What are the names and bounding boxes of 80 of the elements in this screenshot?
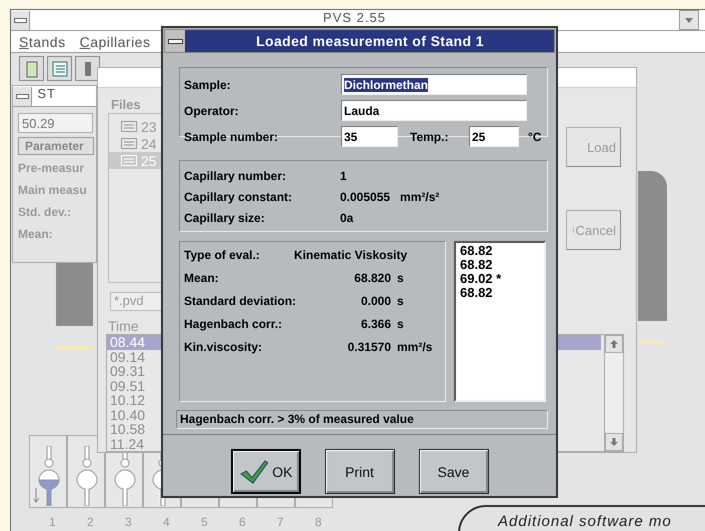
file-icon — [121, 138, 137, 149]
field-label: Temp.: — [410, 130, 450, 144]
stand-cell[interactable] — [29, 435, 67, 508]
file-icon — [121, 155, 137, 166]
menu-item[interactable]: Capillaries — [80, 34, 150, 50]
field-value: 68.820 — [353, 271, 391, 285]
stand-number: 5 — [201, 515, 209, 529]
window-title: ST — [36, 86, 57, 101]
field-label: Capillary size: — [184, 211, 266, 225]
bar-icon[interactable] — [75, 56, 100, 81]
print-button[interactable]: Print — [324, 449, 394, 494]
dialog-title: Loaded measurement of Stand 1 — [255, 32, 485, 51]
dropdown-button[interactable] — [679, 10, 699, 30]
status-message: Hagenbach corr. > 3% of measured value — [176, 410, 548, 429]
ok-button[interactable]: OK — [230, 449, 300, 494]
list-icon[interactable] — [47, 56, 72, 81]
field-label: Std. dev.: — [18, 204, 72, 221]
files-label: Files — [111, 97, 141, 112]
field-label: Sample: — [184, 78, 232, 92]
scroll-up-icon[interactable] — [605, 335, 623, 353]
file-icon — [121, 121, 137, 132]
book-icon[interactable] — [19, 56, 44, 81]
field-label: Mean: — [18, 226, 54, 243]
file-name: 24 — [141, 136, 157, 152]
field-value: Kinematic Viskosity — [294, 248, 408, 262]
file-name: 23 — [141, 118, 157, 134]
unit-label: °C — [528, 130, 542, 144]
stand-number: 1 — [49, 515, 57, 529]
stand-number: 6 — [239, 515, 247, 529]
field-label: Main measu — [18, 182, 88, 199]
field-value: 0a — [340, 211, 354, 225]
field-value: 0.31570 — [346, 340, 391, 354]
system-menu-button[interactable] — [165, 30, 186, 52]
stand-cell[interactable] — [67, 435, 105, 508]
stand-number: 7 — [277, 515, 285, 529]
stand-number: 3 — [125, 515, 133, 529]
save-button[interactable]: Save — [418, 449, 488, 494]
menu-item[interactable]: Stands — [19, 34, 66, 50]
field-label: Hagenbach corr.: — [184, 317, 284, 331]
level-bar — [56, 263, 93, 326]
operator-field[interactable]: Lauda — [341, 100, 527, 121]
scroll-down-icon[interactable] — [605, 433, 623, 451]
field-label: Kin.viscosity: — [184, 340, 264, 354]
sample-number-field[interactable]: 35 — [341, 126, 398, 147]
system-menu-button[interactable] — [11, 10, 30, 30]
unit-label: s — [397, 271, 405, 285]
field-value: 6.366 — [360, 317, 391, 331]
unit-label: mm²/s — [397, 340, 434, 354]
measurement-item[interactable]: 68.82 — [460, 286, 540, 300]
time-label: Time — [108, 318, 139, 334]
field-value: 1 — [340, 169, 348, 183]
caret-icon — [685, 18, 693, 22]
field-label: Capillary number: — [184, 169, 288, 183]
field-label: Mean: — [184, 271, 220, 285]
field-label: Capillary constant: — [184, 190, 294, 204]
unit-label: s — [397, 317, 405, 331]
window-title: PVS 2.55 — [322, 10, 387, 25]
system-menu-button[interactable] — [13, 86, 32, 106]
measurement-item[interactable]: 68.82 — [460, 258, 540, 272]
check-icon — [238, 458, 268, 486]
stand-number: 4 — [163, 515, 171, 529]
field-label: Sample number: — [184, 130, 280, 144]
field-value: 0.000 — [360, 294, 391, 308]
measurement-list[interactable]: 68.82 68.82 69.02 * 68.82 — [454, 241, 546, 402]
unit-label: s — [397, 294, 405, 308]
measurement-item[interactable]: 69.02 * — [460, 272, 540, 286]
measurement-item[interactable]: 68.82 — [460, 244, 540, 258]
field-label: Operator: — [184, 104, 240, 118]
field-value: 0.005055 mm²/s² — [340, 190, 440, 204]
sample-field[interactable]: Dichlormethan — [341, 74, 527, 95]
caption-text: Additional software mo — [458, 505, 705, 531]
field-label: Standard deviation: — [184, 294, 298, 308]
scrollbar[interactable] — [604, 335, 623, 451]
stand-number: 8 — [315, 515, 323, 529]
value-field[interactable]: 50.29 — [18, 113, 93, 133]
temperature-field[interactable]: 25 — [469, 126, 519, 147]
field-label: Pre-measur — [18, 160, 86, 177]
marker-line — [638, 341, 667, 344]
marker-line — [56, 346, 93, 349]
stand-number: 2 — [87, 515, 95, 529]
